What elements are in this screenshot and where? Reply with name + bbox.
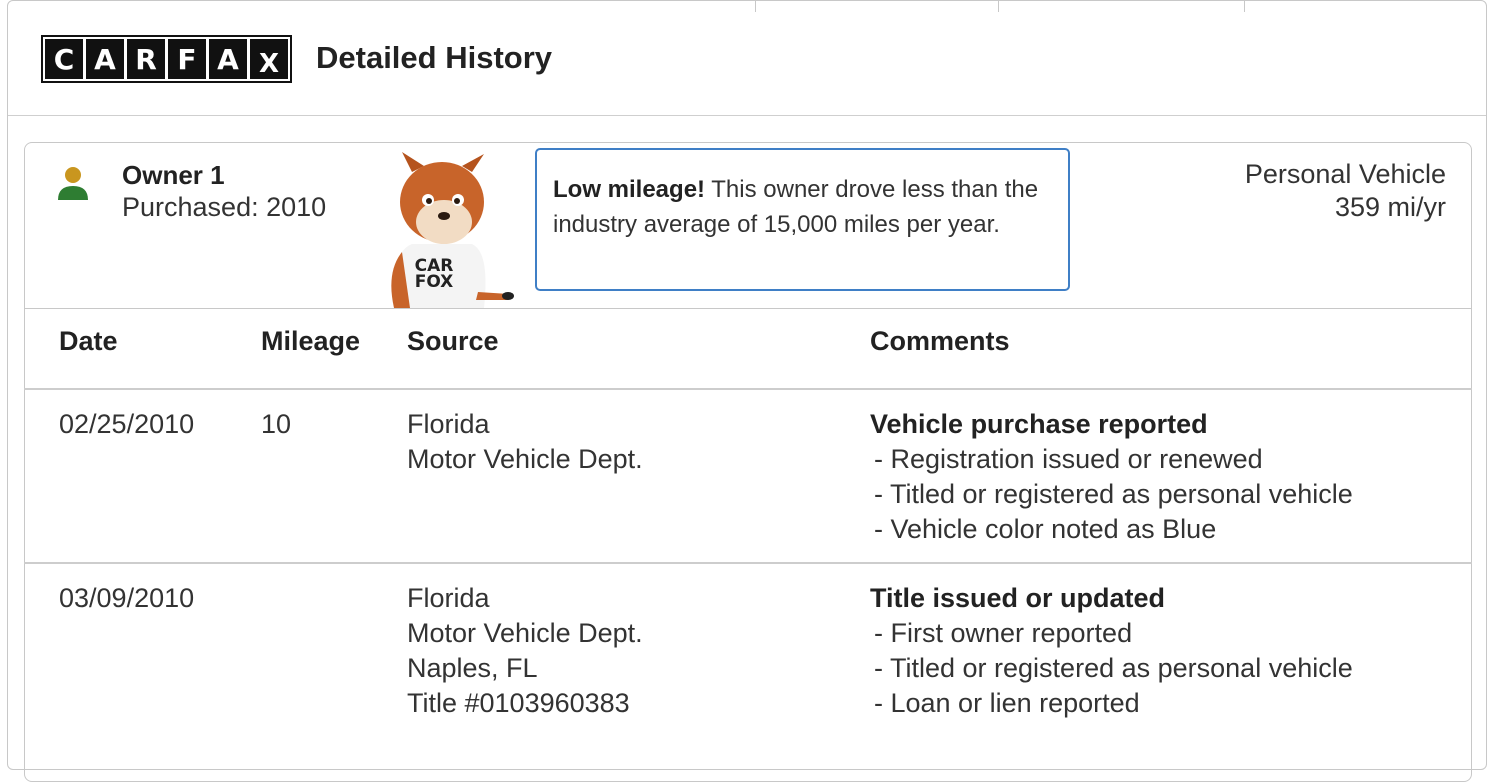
source-line: Naples, FL	[407, 653, 538, 683]
owner-purchased: Purchased: 2010	[122, 192, 327, 222]
shirt-line: FOX	[414, 272, 454, 292]
source-line: Florida	[407, 409, 490, 439]
comment-item: - Titled or registered as personal vehic…	[874, 479, 1353, 509]
column-header-source: Source	[407, 326, 499, 356]
carfax-logo[interactable]: C A R F A X	[41, 35, 292, 83]
comment-item: - Vehicle color noted as Blue	[874, 514, 1217, 544]
source-line: Motor Vehicle Dept.	[407, 618, 643, 648]
source-line: Title #0103960383	[407, 688, 630, 718]
source-line: Motor Vehicle Dept.	[407, 444, 643, 474]
comment-item: - Registration issued or renewed	[874, 444, 1263, 474]
column-header-comments: Comments	[870, 326, 1010, 356]
owner-title: Owner 1	[122, 160, 225, 190]
vehicle-type: Personal Vehicle	[1244, 159, 1446, 189]
row-divider	[24, 388, 1472, 390]
source-cell: Florida Motor Vehicle Dept.	[407, 407, 643, 477]
logo-letter: X	[250, 39, 288, 79]
logo-letter: R	[127, 39, 165, 79]
comments-cell: Title issued or updated - First owner re…	[870, 581, 1353, 721]
logo-letter: C	[45, 39, 83, 79]
mileage-cell: 10	[261, 409, 292, 439]
comment-item: - Loan or lien reported	[874, 688, 1140, 718]
comment-item: - Titled or registered as personal vehic…	[874, 653, 1353, 683]
mascot-shirt-text: CAR FOX	[414, 258, 454, 292]
low-mileage-callout: Low mileage! This owner drove less than …	[535, 148, 1070, 291]
callout-bold: Low mileage!	[553, 176, 706, 203]
column-header-mileage: Mileage	[261, 326, 361, 356]
date-cell: 03/09/2010	[59, 583, 195, 613]
date-cell: 02/25/2010	[59, 409, 195, 439]
source-line: Florida	[407, 583, 490, 613]
comment-heading: Title issued or updated	[870, 583, 1166, 613]
section-header: C A R F A X Detailed History	[8, 2, 1486, 116]
column-header-date: Date	[59, 326, 118, 356]
source-cell: Florida Motor Vehicle Dept. Naples, FL T…	[407, 581, 643, 721]
comment-heading: Vehicle purchase reported	[870, 409, 1208, 439]
table-top-border	[24, 308, 1472, 309]
logo-letter: A	[209, 39, 247, 79]
page-title: Detailed History	[316, 40, 553, 75]
logo-letter: F	[168, 39, 206, 79]
row-divider	[24, 562, 1472, 564]
comment-item: - First owner reported	[874, 618, 1133, 648]
logo-letter: A	[86, 39, 124, 79]
comments-cell: Vehicle purchase reported - Registration…	[870, 407, 1353, 547]
person-icon	[58, 167, 88, 200]
mileage-rate: 359 mi/yr	[1334, 192, 1446, 222]
